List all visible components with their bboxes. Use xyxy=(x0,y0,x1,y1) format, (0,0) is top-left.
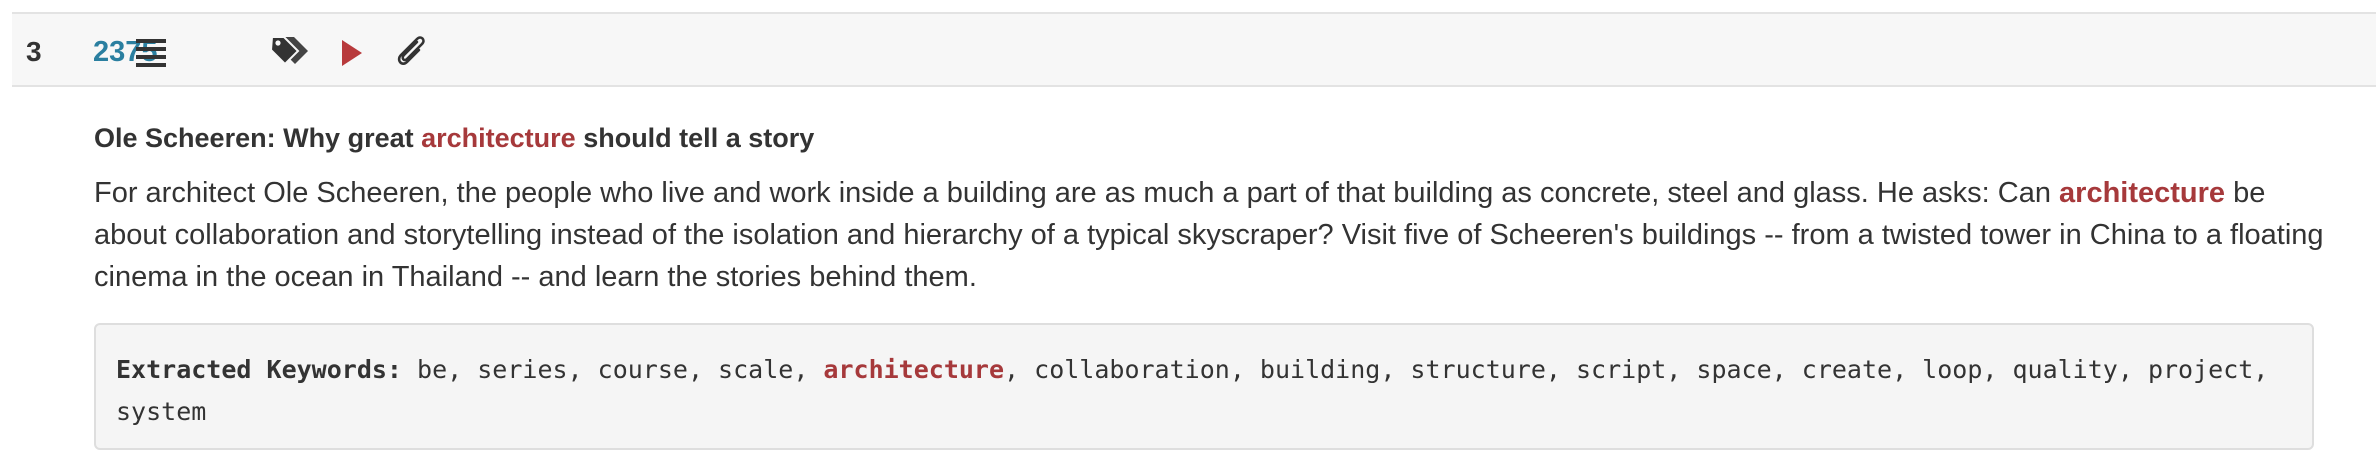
description-keyword-highlight: architecture xyxy=(2059,177,2226,209)
talk-description: For architect Ole Scheeren, the people w… xyxy=(94,172,2334,298)
keywords-label: Extracted Keywords: xyxy=(116,355,402,384)
paperclip-icon[interactable] xyxy=(395,34,429,68)
talk-title: Ole Scheeren: Why great architecture sho… xyxy=(94,121,2334,155)
talk-title-text: Ole Scheeren: Why great xyxy=(94,123,422,153)
keywords-list: be, series, course, scale, xyxy=(401,355,824,384)
list-icon[interactable] xyxy=(136,38,166,68)
talk-title-text-end: should tell a story xyxy=(575,123,815,153)
search-result-card: 3 2375 Ole Scheeren: Why great architect… xyxy=(12,12,2376,468)
result-header: 3 2375 xyxy=(12,12,2376,87)
title-keyword-highlight: architecture xyxy=(421,123,576,153)
talk-content: Ole Scheeren: Why great architecture sho… xyxy=(94,121,2334,298)
play-icon[interactable] xyxy=(340,38,364,68)
tags-icon[interactable] xyxy=(270,34,310,68)
keyword-highlight: architecture xyxy=(823,355,1005,384)
extracted-keywords-box: Extracted Keywords: be, series, course, … xyxy=(94,323,2314,450)
result-rank: 3 xyxy=(26,36,42,67)
description-text: For architect Ole Scheeren, the people w… xyxy=(94,177,2060,209)
